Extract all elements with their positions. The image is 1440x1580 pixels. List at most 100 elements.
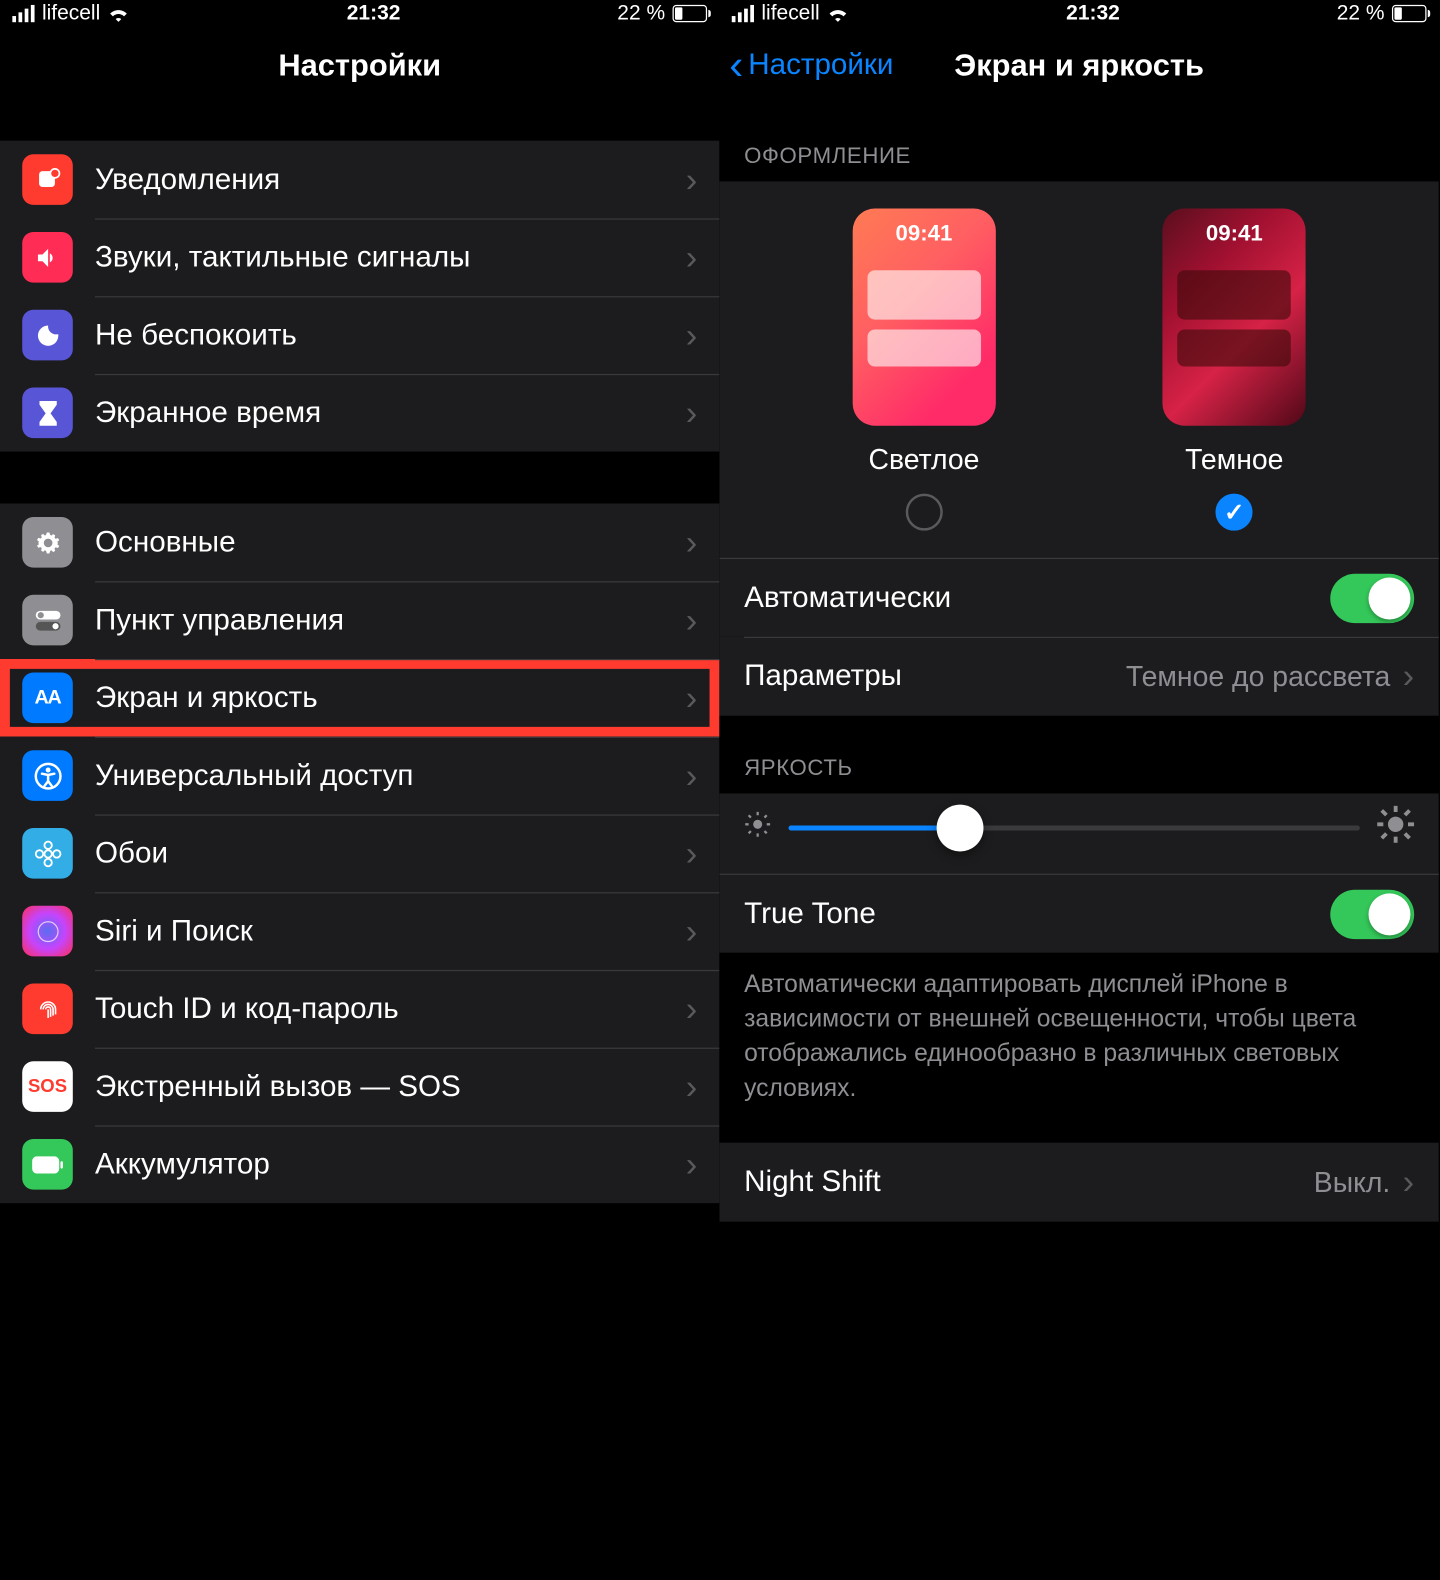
switches-icon (22, 595, 73, 646)
brightness-slider-row (719, 793, 1438, 873)
row-label: Не беспокоить (95, 318, 686, 353)
accessibility-icon (22, 750, 73, 801)
appearance-box: 09:41 Светлое 09:41 Темное (719, 181, 1438, 557)
row-automatic[interactable]: Автоматически (719, 558, 1438, 637)
status-bar: lifecell 21:32 22 % (0, 0, 719, 27)
chevron-right-icon: › (686, 315, 698, 354)
right-phone-display-brightness: lifecell 21:32 22 % ‹ Настройки Экран и … (719, 0, 1438, 1271)
dark-preview: 09:41 (1163, 209, 1306, 426)
row-screentime[interactable]: Экранное время › (0, 374, 719, 452)
battery-icon (1392, 5, 1427, 22)
chevron-right-icon: › (686, 678, 698, 717)
row-label: Уведомления (95, 162, 686, 197)
row-accessibility[interactable]: Универсальный доступ › (0, 737, 719, 815)
row-wallpaper[interactable]: Обои › (0, 814, 719, 892)
wifi-icon (108, 5, 130, 22)
status-time: 21:32 (1066, 1, 1120, 26)
row-dnd[interactable]: Не беспокоить › (0, 296, 719, 374)
sos-icon: SOS (22, 1061, 73, 1112)
carrier-label: lifecell (761, 1, 819, 26)
row-label: Обои (95, 836, 686, 871)
light-preview: 09:41 (852, 209, 995, 426)
params-value: Темное до рассвета (1126, 660, 1390, 693)
nav-header: Настройки (0, 27, 719, 104)
row-notifications[interactable]: Уведомления › (0, 141, 719, 219)
light-radio[interactable] (905, 494, 942, 531)
truetone-label: True Tone (744, 897, 1330, 932)
nightshift-value: Выкл. (1314, 1166, 1391, 1199)
speaker-icon (22, 232, 73, 283)
settings-group-2: Основные › Пункт управления › AA Экран и… (0, 503, 719, 1203)
flower-icon (22, 828, 73, 879)
battery-pct: 22 % (617, 1, 665, 26)
row-display-brightness[interactable]: AA Экран и яркость › (0, 659, 719, 737)
sun-small-icon (744, 811, 771, 844)
text-size-icon: AA (22, 673, 73, 724)
row-label: Пункт управления (95, 603, 686, 638)
chevron-left-icon: ‹ (729, 44, 743, 86)
row-label: Экстренный вызов — SOS (95, 1069, 686, 1104)
chevron-right-icon: › (1403, 1162, 1415, 1201)
siri-icon (22, 906, 73, 957)
chevron-right-icon: › (686, 989, 698, 1028)
chevron-right-icon: › (686, 834, 698, 873)
row-battery[interactable]: Аккумулятор › (0, 1125, 719, 1203)
chevron-right-icon: › (686, 523, 698, 562)
back-label: Настройки (748, 48, 893, 83)
row-siri[interactable]: Siri и Поиск › (0, 892, 719, 970)
chevron-right-icon: › (1403, 656, 1415, 695)
appearance-option-light[interactable]: 09:41 Светлое (852, 209, 995, 531)
brightness-header: ЯРКОСТЬ (719, 716, 1438, 794)
row-label: Экран и яркость (95, 681, 686, 716)
chevron-right-icon: › (686, 1145, 698, 1184)
row-truetone[interactable]: True Tone (719, 874, 1438, 953)
page-title: Настройки (278, 48, 441, 84)
slider-thumb[interactable] (936, 804, 983, 851)
fingerprint-icon (22, 983, 73, 1034)
battery-pct: 22 % (1337, 1, 1385, 26)
row-control-center[interactable]: Пункт управления › (0, 581, 719, 659)
row-sos[interactable]: SOS Экстренный вызов — SOS › (0, 1048, 719, 1126)
battery-icon (673, 5, 708, 22)
row-general[interactable]: Основные › (0, 503, 719, 581)
chevron-right-icon: › (686, 160, 698, 199)
row-label: Основные (95, 525, 686, 560)
nav-header: ‹ Настройки Экран и яркость (719, 27, 1438, 104)
signal-icon (12, 5, 34, 22)
appearance-option-dark[interactable]: 09:41 Темное (1163, 209, 1306, 531)
settings-group-1: Уведомления › Звуки, тактильные сигналы … (0, 141, 719, 452)
carrier-label: lifecell (42, 1, 100, 26)
truetone-toggle[interactable] (1330, 889, 1414, 938)
row-nightshift[interactable]: Night Shift Выкл. › (719, 1143, 1438, 1222)
row-label: Экранное время (95, 395, 686, 430)
page-title: Экран и яркость (954, 48, 1204, 84)
truetone-description: Автоматически адаптировать дисплей iPhon… (719, 953, 1438, 1143)
row-touchid[interactable]: Touch ID и код-пароль › (0, 970, 719, 1048)
chevron-right-icon: › (686, 238, 698, 277)
auto-toggle[interactable] (1330, 573, 1414, 622)
row-label: Аккумулятор (95, 1147, 686, 1182)
params-label: Параметры (744, 659, 1126, 694)
chevron-right-icon: › (686, 756, 698, 795)
back-button[interactable]: ‹ Настройки (729, 44, 893, 86)
sun-large-icon (1377, 806, 1414, 849)
gear-icon (22, 517, 73, 568)
dark-radio[interactable] (1216, 494, 1253, 531)
row-label: Звуки, тактильные сигналы (95, 240, 686, 275)
appearance-header: ОФОРМЛЕНИЕ (719, 104, 1438, 182)
dark-label: Темное (1185, 443, 1283, 476)
signal-icon (732, 5, 754, 22)
hourglass-icon (22, 387, 73, 438)
left-phone-settings: lifecell 21:32 22 % Настройки Уведомлени… (0, 0, 719, 1271)
brightness-slider[interactable] (789, 825, 1360, 830)
moon-icon (22, 310, 73, 361)
status-bar: lifecell 21:32 22 % (719, 0, 1438, 27)
chevron-right-icon: › (686, 393, 698, 432)
row-sounds[interactable]: Звуки, тактильные сигналы › (0, 218, 719, 296)
row-parameters[interactable]: Параметры Темное до рассвета › (719, 637, 1438, 716)
nightshift-label: Night Shift (744, 1165, 1314, 1200)
chevron-right-icon: › (686, 600, 698, 639)
row-label: Touch ID и код-пароль (95, 992, 686, 1027)
battery-icon (22, 1139, 73, 1190)
wifi-icon (827, 5, 849, 22)
